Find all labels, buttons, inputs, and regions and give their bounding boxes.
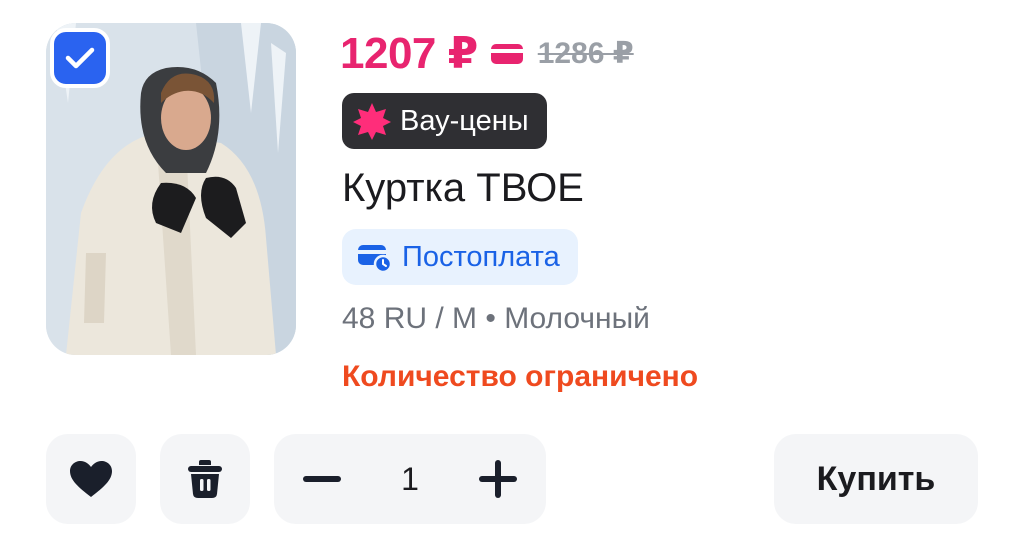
payment-badge: Постоплата [342,229,578,285]
check-icon [65,47,95,69]
current-price: 1207 ₽ [340,29,478,78]
delete-button[interactable] [160,434,250,524]
quantity-value: 1 [401,460,419,497]
card-icon [490,43,523,64]
select-checkbox[interactable] [50,28,110,88]
wallet-clock-icon [358,245,392,273]
minus-icon [303,476,341,482]
quantity-stepper: 1 [274,434,546,524]
decrease-button[interactable] [298,455,346,503]
trash-icon [188,460,222,498]
promo-badge: Вау-цены [342,93,547,149]
favorite-button[interactable] [46,434,136,524]
increase-button[interactable] [474,455,522,503]
promo-badge-label: Вау-цены [400,104,529,137]
payment-badge-label: Постоплата [402,240,560,273]
price-row: 1207 ₽ 1286 ₽ [340,28,634,79]
plus-icon [478,460,517,498]
star-burst-icon [353,103,391,140]
buy-button-label: Купить [816,459,936,498]
heart-icon [70,461,112,497]
product-title[interactable]: Куртка ТВОЕ [342,166,584,211]
cart-item-card: 1207 ₽ 1286 ₽ Вау-цены Куртка ТВОЕ Посто… [0,0,1024,558]
product-variant: 48 RU / M • Молочный [342,302,650,335]
buy-button[interactable]: Купить [774,434,978,524]
stock-warning: Количество ограничено [342,360,699,393]
old-price: 1286 ₽ [537,37,634,70]
